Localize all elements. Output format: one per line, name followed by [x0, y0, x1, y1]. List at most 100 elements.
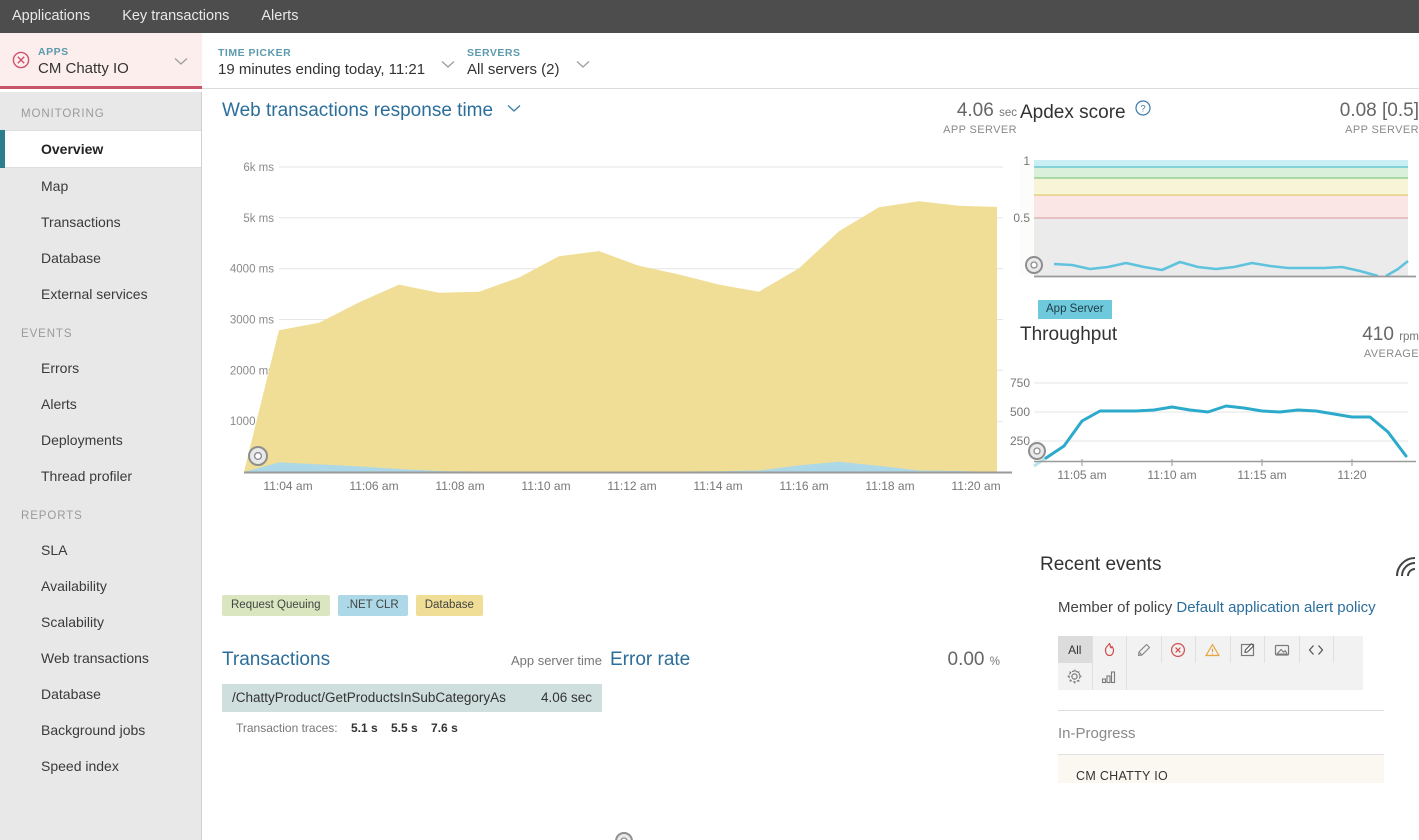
transaction-traces-label: Transaction traces:	[236, 721, 338, 735]
svg-text:11:20 am: 11:20 am	[951, 479, 1000, 493]
right-column: Apdex score ? 0.08 [0.5] APP SERVER 1 0.…	[1010, 92, 1419, 840]
sidebar-item-overview[interactable]: Overview	[0, 130, 201, 168]
throughput-chart[interactable]: 750 500 250 11:05 am 11:10 am 11:15 am 1…	[1010, 362, 1419, 482]
rss-icon[interactable]	[1393, 554, 1419, 580]
context-bar: APPS CM Chatty IO TIME PICKER 19 minutes…	[0, 33, 1419, 89]
sidebar-item-availability[interactable]: Availability	[0, 568, 201, 604]
servers-picker-label: SERVERS	[467, 47, 521, 60]
transactions-column-header: App server time	[510, 653, 602, 668]
web-transactions-title[interactable]: Web transactions response time	[222, 100, 493, 121]
sidebar-item-map[interactable]: Map	[0, 168, 201, 204]
web-transactions-header: Web transactions response time 4.06 sec …	[222, 100, 1017, 136]
error-rate-title[interactable]: Error rate	[610, 649, 690, 671]
apdex-panel: Apdex score ? 0.08 [0.5] APP SERVER 1 0.…	[1013, 100, 1419, 320]
nav-alerts[interactable]: Alerts	[245, 0, 314, 33]
sidebar-item-database[interactable]: Database	[0, 240, 201, 276]
apdex-legend-app-server[interactable]: App Server	[1038, 300, 1112, 319]
sidebar-item-scalability[interactable]: Scalability	[0, 604, 201, 640]
servers-picker-value: All servers (2)	[467, 61, 560, 78]
web-transactions-panel: Web transactions response time 4.06 sec …	[222, 100, 1017, 530]
marker-icon[interactable]	[1127, 636, 1162, 663]
svg-text:11:10 am: 11:10 am	[521, 479, 570, 493]
sidebar-item-database-report[interactable]: Database	[0, 676, 201, 712]
code-brackets-icon[interactable]	[1300, 636, 1334, 663]
gear-icon[interactable]	[1058, 663, 1093, 690]
svg-text:1: 1	[1023, 154, 1030, 168]
sidebar-item-web-transactions[interactable]: Web transactions	[0, 640, 201, 676]
svg-text:?: ?	[1140, 104, 1145, 115]
error-rate-value: 0.00	[947, 649, 985, 670]
sidebar-item-deployments[interactable]: Deployments	[0, 422, 201, 458]
transactions-header: Transactions App server time	[222, 649, 602, 671]
events-section-label: In-Progress	[1058, 725, 1136, 742]
time-picker[interactable]: TIME PICKER 19 minutes ending today, 11:…	[218, 33, 455, 89]
svg-text:6k ms: 6k ms	[243, 162, 274, 174]
throughput-panel: Throughput 410 rpm AVERAGE 750 500 250 1…	[1010, 324, 1419, 504]
legend-database[interactable]: Database	[415, 595, 483, 616]
transaction-traces: Transaction traces: 5.1 s 5.5 s 7.6 s	[222, 721, 602, 735]
event-filter-bar: All	[1058, 636, 1363, 690]
edit-note-icon[interactable]	[1231, 636, 1265, 663]
app-selector-value: CM Chatty IO	[38, 59, 129, 77]
warning-triangle-icon[interactable]	[1196, 636, 1231, 663]
apdex-chart[interactable]: 1 0.5	[1013, 148, 1419, 288]
main-content: Web transactions response time 4.06 sec …	[202, 92, 1419, 840]
bar-chart-icon[interactable]	[1093, 663, 1127, 690]
event-filter-all[interactable]: All	[1058, 636, 1093, 663]
sidebar-item-speed-index[interactable]: Speed index	[0, 748, 201, 784]
svg-text:11:12 am: 11:12 am	[607, 479, 656, 493]
chart-range-handle	[248, 446, 268, 466]
chart-range-handle	[615, 832, 633, 840]
transactions-title[interactable]: Transactions	[222, 649, 330, 671]
sidebar-item-transactions[interactable]: Transactions	[0, 204, 201, 240]
apdex-subtitle: APP SERVER	[1345, 124, 1419, 136]
chart-range-handle	[1025, 256, 1043, 274]
sidebar-item-sla[interactable]: SLA	[0, 532, 201, 568]
policy-link[interactable]: Default application alert policy	[1176, 599, 1375, 616]
deployment-icon[interactable]	[1265, 636, 1300, 663]
svg-text:500: 500	[1010, 405, 1030, 419]
sidebar-item-errors[interactable]: Errors	[0, 350, 201, 386]
policy-prefix: Member of policy	[1058, 599, 1177, 616]
legend-net-clr[interactable]: .NET CLR	[337, 595, 408, 616]
time-picker-value: 19 minutes ending today, 11:21	[218, 61, 426, 78]
table-row[interactable]: /ChattyProduct/GetProductsInSubCategoryA…	[222, 684, 602, 712]
sidebar-item-external-services[interactable]: External services	[0, 276, 201, 312]
apdex-header: Apdex score ? 0.08 [0.5] APP SERVER	[1020, 100, 1419, 136]
web-transactions-chart[interactable]: 6k ms 5k ms 4000 ms 3000 ms 2000 ms 1000…	[222, 150, 1017, 493]
error-circle-icon[interactable]	[1162, 636, 1196, 663]
svg-text:5k ms: 5k ms	[243, 213, 274, 225]
error-circle-icon	[12, 51, 30, 69]
nav-key-transactions[interactable]: Key transactions	[106, 0, 245, 33]
list-item[interactable]: CM CHATTY IO	[1058, 754, 1384, 783]
sidebar-item-thread-profiler[interactable]: Thread profiler	[0, 458, 201, 494]
nav-applications[interactable]: Applications	[0, 0, 106, 33]
app-selector[interactable]: APPS CM Chatty IO	[0, 33, 202, 89]
servers-picker[interactable]: SERVERS All servers (2)	[467, 33, 590, 89]
svg-text:11:16 am: 11:16 am	[779, 479, 828, 493]
transactions-panel: Transactions App server time /ChattyProd…	[222, 649, 602, 735]
sidebar-group-events: EVENTS	[21, 328, 73, 340]
help-icon[interactable]: ?	[1135, 100, 1151, 116]
throughput-header: Throughput 410 rpm AVERAGE	[1020, 324, 1419, 360]
transaction-trace-1[interactable]: 5.1 s	[351, 721, 378, 735]
chevron-down-icon[interactable]	[507, 104, 521, 113]
chevron-down-icon	[441, 60, 455, 69]
web-transactions-value: 4.06	[956, 100, 994, 121]
sidebar-group-reports: REPORTS	[21, 510, 83, 522]
throughput-title: Throughput	[1020, 324, 1118, 345]
transaction-trace-2[interactable]: 5.5 s	[391, 721, 418, 735]
throughput-unit: rpm	[1399, 331, 1419, 343]
legend-request-queuing[interactable]: Request Queuing	[222, 595, 330, 616]
transaction-name: /ChattyProduct/GetProductsInSubCategoryA…	[232, 690, 506, 705]
error-rate-panel: Error rate 0.00 %	[610, 649, 1000, 840]
transaction-trace-3[interactable]: 7.6 s	[431, 721, 458, 735]
svg-text:11:20: 11:20	[1337, 468, 1366, 482]
fire-icon[interactable]	[1093, 636, 1127, 663]
error-rate-chart[interactable]: 11:05 am 11:10 am 11:15 am 11:20	[610, 819, 1000, 840]
web-transactions-legend: Request Queuing .NET CLR Database	[222, 595, 483, 616]
sidebar-item-background-jobs[interactable]: Background jobs	[0, 712, 201, 748]
sidebar-item-alerts[interactable]: Alerts	[0, 386, 201, 422]
error-rate-value-wrap: 0.00 %	[948, 649, 1001, 671]
chart-range-handle	[1028, 442, 1046, 460]
